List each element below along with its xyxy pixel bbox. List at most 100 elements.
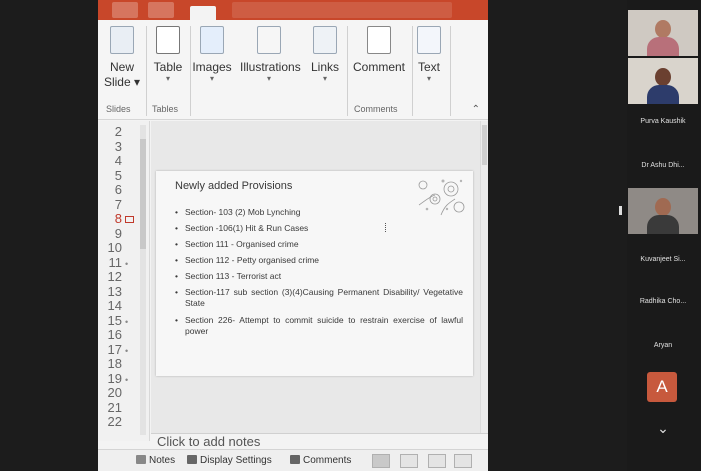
slide-marker-icon [125,216,134,223]
normal-view-button[interactable] [372,454,390,468]
participant-name: Dr Ashu Dhi... [641,162,685,169]
illustrations-icon [257,26,281,54]
new-slide-icon [110,26,134,54]
slide-number-label: 20 [107,385,122,400]
comment-icon [367,26,391,54]
slide-number-label: 5 [114,167,122,183]
current-slide[interactable]: Newly added Provisions Section- 103 (2) … [156,171,473,376]
group-separator [450,26,451,116]
slide-number-4[interactable]: 4 [106,154,146,167]
slide-number-7[interactable]: 7 [106,198,146,211]
slide-number-label: 13 [107,283,122,299]
bullet-item[interactable]: Section 111 - Organised crime [175,239,463,250]
images-icon [200,26,224,54]
dropdown-caret: ▾ [165,74,170,83]
participant-video[interactable] [628,10,698,56]
participant-avatar[interactable]: A [647,372,677,402]
slide-number-label: 15 [107,312,122,328]
table-button[interactable]: Table ▾ [146,24,190,108]
notes-placeholder[interactable]: Click to add notes [157,434,260,449]
text-button[interactable]: Text ▾ [412,24,446,108]
slide-number-16[interactable]: 16 [106,328,146,341]
slide-number-label: 17 [107,341,122,357]
slide-number-8[interactable]: 8 [106,212,146,225]
slide-marker-icon: • [125,258,129,269]
bullet-item[interactable]: Section 113 - Terrorist act [175,271,463,282]
collapse-ribbon-icon[interactable]: ⌃ [472,104,480,115]
person-body-icon [647,215,679,234]
person-head-icon [655,68,671,86]
person-body-icon [647,37,679,56]
slide-number-label: 4 [114,153,122,168]
group-label-tables: Tables [152,104,179,114]
comment-button[interactable]: Comment [348,24,410,108]
new-slide-button[interactable]: New Slide ▾ [100,24,144,108]
participant-video[interactable] [628,188,698,234]
ribbon-tab-insert[interactable] [190,6,216,20]
editor-scrollbar[interactable] [480,121,488,433]
links-button[interactable]: Links ▾ [306,24,344,108]
button-label: Slide ▾ [103,75,141,89]
slide-thumbnail-pane[interactable]: 2 3 4 5 6 7 8 9 10 11 • 12 13 14 15 • 16 17 • 18 19 • 20 21 22 [98,121,150,441]
notes-toggle-button[interactable]: Notes [136,455,175,466]
images-button[interactable]: Images ▾ [190,24,234,108]
slide-number-label: 11 [108,254,123,270]
bullet-item[interactable]: Section 226- Attempt to commit suicide t… [175,315,463,337]
slide-number-21[interactable]: 21 [106,401,146,414]
ribbon-tab-strip [232,2,452,18]
slide-number-5[interactable]: 5 [106,169,146,182]
slide-bullet-list[interactable]: Section- 103 (2) Mob Lynching Section -1… [175,207,463,343]
participant-name: Purva Kaushik [640,118,686,125]
group-label-comments: Comments [354,104,398,114]
dropdown-caret: ▾ [426,74,431,83]
button-label: Text [417,60,440,74]
ribbon-tabs-bar [98,0,488,20]
ribbon-tab[interactable] [112,2,138,18]
slide-number-6[interactable]: 6 [106,183,146,196]
scrollbar-thumb[interactable] [482,125,487,165]
reading-view-button[interactable] [428,454,446,468]
button-label: Table [153,60,183,74]
slide-number-14[interactable]: 14 [106,299,146,312]
illustrations-button[interactable]: Illustrations ▾ [240,24,301,108]
slide-title[interactable]: Newly added Provisions [175,180,292,192]
button-label: Images [192,60,232,74]
notes-icon [136,455,146,464]
bullet-item[interactable]: Section -106(1) Hit & Run Cases [175,223,463,234]
slide-number-label: 19 [107,370,122,386]
dropdown-caret: ▾ [266,74,271,83]
slide-number-label: 9 [114,225,122,241]
bullet-item[interactable]: Section- 103 (2) Mob Lynching [175,207,463,218]
participant-name: Kuvanjeet Si... [640,256,686,263]
notes-pane[interactable]: Click to add notes [151,433,488,449]
chevron-down-icon[interactable]: ⌄ [653,420,673,436]
slideshow-view-button[interactable] [454,454,472,468]
slide-number-2[interactable]: 2 [106,125,146,138]
slide-number-3[interactable]: 3 [106,140,146,153]
divider-handle-icon[interactable] [619,206,622,215]
display-settings-button[interactable]: Display Settings [187,455,272,466]
slide-number-label: 7 [114,196,122,212]
slide-number-label: 2 [114,124,122,139]
slide-number-18[interactable]: 18 [106,357,146,370]
slide-sorter-view-button[interactable] [400,454,418,468]
screen: New Slide ▾ Table ▾ Images ▾ Illustratio… [0,0,701,471]
slide-number-22[interactable]: 22 [106,415,146,428]
participant-panel: Purva Kaushik Dr Ashu Dhi... Kuvanjeet S… [627,0,701,471]
slide-number-10[interactable]: 10 [106,241,146,254]
slide-number-12[interactable]: 12 [106,270,146,283]
slide-number-9[interactable]: 9 [106,227,146,240]
table-icon [156,26,180,54]
bullet-item[interactable]: Section 112 - Petty organised crime [175,255,463,266]
comments-toggle-button[interactable]: Comments [290,455,351,466]
person-body-icon [647,85,679,104]
bullet-item[interactable]: Section-117 sub section (3)(4)Causing Pe… [175,287,463,309]
ribbon-tab[interactable] [148,2,174,18]
slide-number-13[interactable]: 13 [106,285,146,298]
slide-number-label: 12 [107,269,122,284]
participant-video[interactable] [628,58,698,104]
slide-marker-icon: • [125,374,129,385]
participant-name: Radhika Cho... [639,298,687,305]
slide-number-20[interactable]: 20 [106,386,146,399]
slide-marker-icon: • [125,316,129,327]
